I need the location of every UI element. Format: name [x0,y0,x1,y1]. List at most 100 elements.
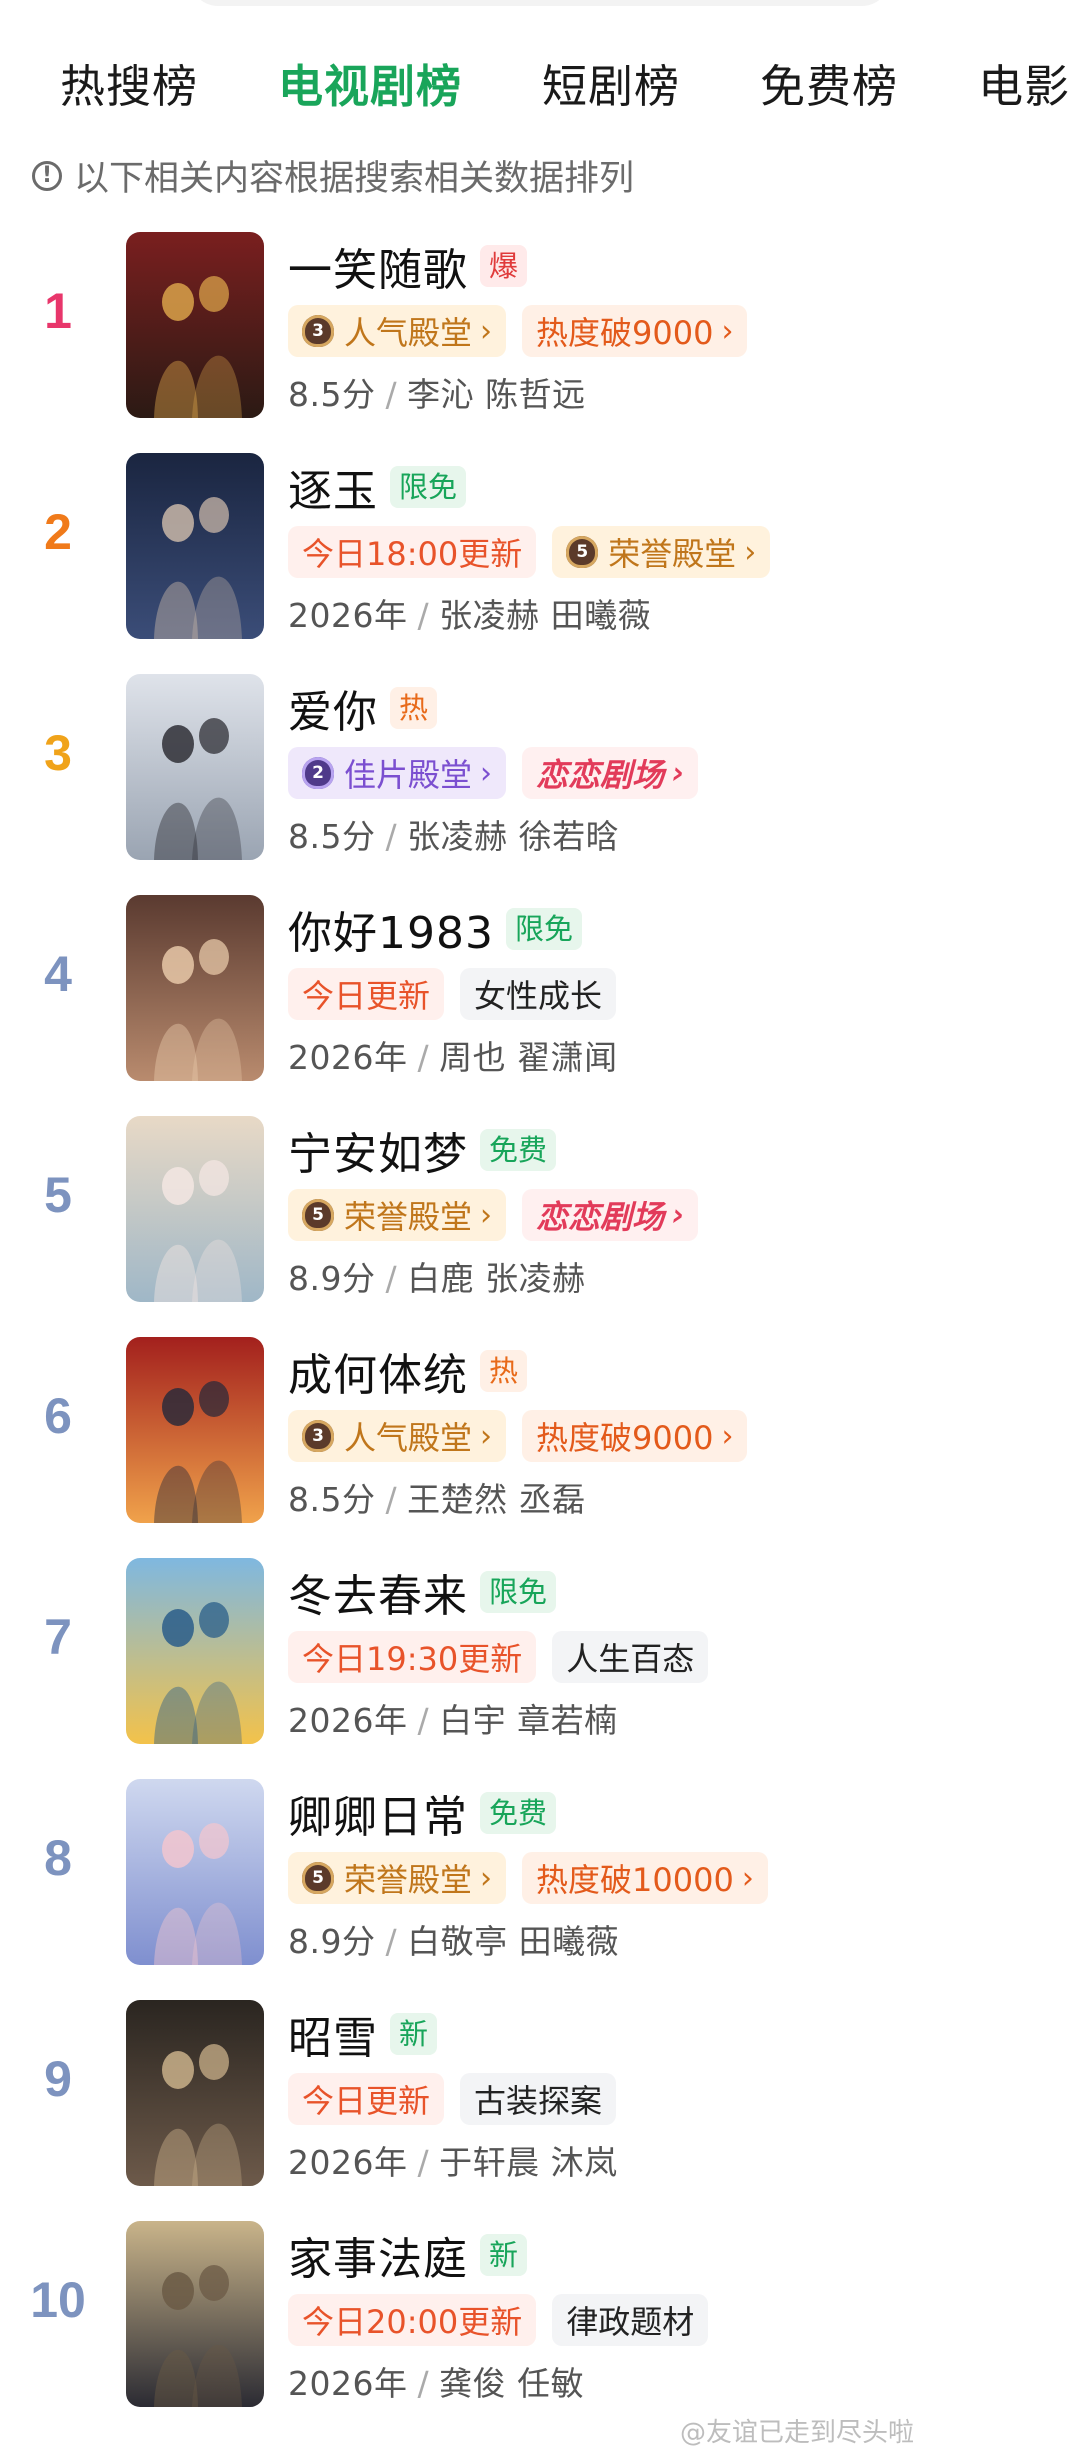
score-or-year: 8.9分 [288,1922,376,1961]
chevron-right-icon: › [741,1860,754,1896]
tag-row: 5 荣誉殿堂 › 恋恋剧场 › [288,1186,1060,1244]
tag-chip[interactable]: 5 荣誉殿堂 › [288,1189,507,1241]
tag-chip: 人生百态 [552,1631,709,1683]
drama-title[interactable]: 宁安如梦 [288,1118,468,1182]
meta-line: 2026年 / 白宇 章若楠 [288,1694,1060,1742]
tab-0[interactable]: 热搜榜 [60,52,198,113]
meta-line: 8.9分 / 白敬亭 田曦薇 [288,1915,1060,1963]
poster-image[interactable] [126,1116,264,1302]
status-badge: 免费 [480,1792,557,1834]
poster-image[interactable] [126,2221,264,2407]
list-item[interactable]: 7 冬去春来 限免 今日19:30更新 人生百态 2026年 / 白宇 章若楠 [0,1548,1080,1769]
meta-line: 2026年 / 于轩晨 沐岚 [288,2136,1060,2184]
meta-separator: / [417,2364,430,2403]
tag-chip: 今日更新 [288,968,445,1020]
title-line: 卿卿日常 免费 [288,1783,1060,1843]
tag-chip: 女性成长 [460,968,617,1020]
tab-4[interactable]: 电影 [978,52,1070,113]
rank-number: 6 [44,1388,72,1444]
search-bar-edge[interactable] [190,0,890,6]
list-item[interactable]: 2 逐玉 限免 今日18:00更新 5 荣誉殿堂 › 2026年 / 张凌赫 田曦薇 [0,443,1080,664]
tag-chip[interactable]: 2 佳片殿堂 › [288,747,507,799]
tag-label: 热度破9000 [536,1419,714,1457]
poster-image[interactable] [126,1558,264,1744]
score-or-year: 2026年 [288,2364,408,2403]
tag-chip[interactable]: 3 人气殿堂 › [288,305,507,357]
list-item[interactable]: 6 成何体统热 3 人气殿堂 › 热度破9000 › 8.5分 / 王楚然 丞磊 [0,1327,1080,1548]
rank-number: 2 [44,504,72,560]
tab-3[interactable]: 免费榜 [760,52,898,113]
tab-1[interactable]: 电视剧榜 [278,52,462,113]
tag-label: 佳片殿堂 [344,756,473,794]
poster-image[interactable] [126,674,264,860]
drama-title[interactable]: 逐玉 [288,455,378,519]
drama-title[interactable]: 成何体统 [288,1339,468,1403]
cast: 周也 翟潇闻 [439,1038,618,1077]
tag-chip[interactable]: 5 荣誉殿堂 › [288,1852,507,1904]
tag-row: 2 佳片殿堂 › 恋恋剧场 › [288,744,1060,802]
score-or-year: 2026年 [288,596,408,635]
drama-title[interactable]: 卿卿日常 [288,1781,468,1845]
list-item[interactable]: 4 你好1983 限免 今日更新 女性成长 2026年 / 周也 翟潇闻 [0,885,1080,1106]
list-item[interactable]: 9 昭雪新今日更新 古装探案 2026年 / 于轩晨 沐岚 [0,1990,1080,2211]
drama-title[interactable]: 冬去春来 [288,1560,468,1624]
tag-chip[interactable]: 3 人气殿堂 › [288,1410,507,1462]
tag-row: 3 人气殿堂 › 热度破9000 › [288,1407,1060,1465]
status-badge: 热 [390,687,438,729]
watermark: @友谊已走到尽头啦 [680,2418,915,2448]
tag-chip[interactable]: 恋恋剧场 › [522,1189,699,1241]
tag-row: 今日更新 古装探案 [288,2070,1060,2128]
tag-row: 今日20:00更新 律政题材 [288,2291,1060,2349]
meta-line: 8.9分 / 白鹿 张凌赫 [288,1252,1060,1300]
cast: 王楚然 丞磊 [407,1480,586,1519]
poster-image[interactable] [126,895,264,1081]
score-or-year: 2026年 [288,1038,408,1077]
tag-chip[interactable]: 热度破9000 › [522,1410,748,1462]
list-item[interactable]: 3 爱你热 2 佳片殿堂 › 恋恋剧场 › 8.5分 / 张凌赫 徐若晗 [0,664,1080,885]
drama-title[interactable]: 一笑随歌 [288,234,468,298]
tag-label: 今日19:30更新 [302,1640,523,1678]
status-badge: 新 [390,2013,438,2055]
list-item[interactable]: 10 家事法庭新今日20:00更新 律政题材 2026年 / 龚俊 任敏 [0,2211,1080,2432]
meta-line: 2026年 / 张凌赫 田曦薇 [288,589,1060,637]
tag-chip[interactable]: 恋恋剧场 › [522,747,699,799]
poster-image[interactable] [126,1779,264,1965]
rank-number: 8 [44,1830,72,1886]
medal-icon: 5 [566,536,599,568]
score-or-year: 8.5分 [288,1480,376,1519]
list-item[interactable]: 1 一笑随歌爆 3 人气殿堂 › 热度破9000 › 8.5分 / 李沁 陈哲远 [0,222,1080,443]
chevron-right-icon: › [721,1418,734,1454]
drama-title[interactable]: 爱你 [288,676,378,740]
tag-label: 今日更新 [302,977,431,1015]
drama-title[interactable]: 昭雪 [288,2002,378,2066]
tag-row: 5 荣誉殿堂 › 热度破10000 › [288,1849,1060,1907]
poster-image[interactable] [126,453,264,639]
list-item[interactable]: 8 卿卿日常 免费 5 荣誉殿堂 › 热度破10000 › 8.9分 / 白敬亭 田曦薇 [0,1769,1080,1990]
tag-chip: 律政题材 [552,2294,709,2346]
tag-chip[interactable]: 热度破9000 › [522,305,748,357]
tag-chip[interactable]: 5 荣誉殿堂 › [552,526,771,578]
title-line: 昭雪新 [288,2004,1060,2064]
medal-icon: 5 [302,1199,334,1231]
meta-line: 8.5分 / 张凌赫 徐若晗 [288,810,1060,858]
poster-image[interactable] [126,2000,264,2186]
list-item[interactable]: 5 宁安如梦 免费 5 荣誉殿堂 › 恋恋剧场 › 8.9分 / 白鹿 张凌赫 [0,1106,1080,1327]
item-info: 昭雪新今日更新 古装探案 2026年 / 于轩晨 沐岚 [288,2004,1060,2184]
tag-label: 热度破10000 [536,1861,734,1899]
meta-separator: / [385,1922,398,1961]
chevron-right-icon: › [480,313,493,349]
tag-label: 荣誉殿堂 [344,1861,473,1899]
meta-separator: / [417,596,430,635]
drama-title[interactable]: 你好1983 [288,897,494,961]
rank-number: 5 [44,1167,72,1223]
score-or-year: 2026年 [288,1701,408,1740]
chevron-right-icon: › [480,1197,493,1233]
tag-chip[interactable]: 热度破10000 › [522,1852,768,1904]
cast: 白宇 章若楠 [439,1701,618,1740]
cast: 李沁 陈哲远 [407,375,586,414]
poster-image[interactable] [126,1337,264,1523]
drama-title[interactable]: 家事法庭 [288,2223,468,2287]
poster-image[interactable] [126,232,264,418]
tab-2[interactable]: 短剧榜 [542,52,680,113]
item-info: 逐玉 限免 今日18:00更新 5 荣誉殿堂 › 2026年 / 张凌赫 田曦薇 [288,457,1060,637]
